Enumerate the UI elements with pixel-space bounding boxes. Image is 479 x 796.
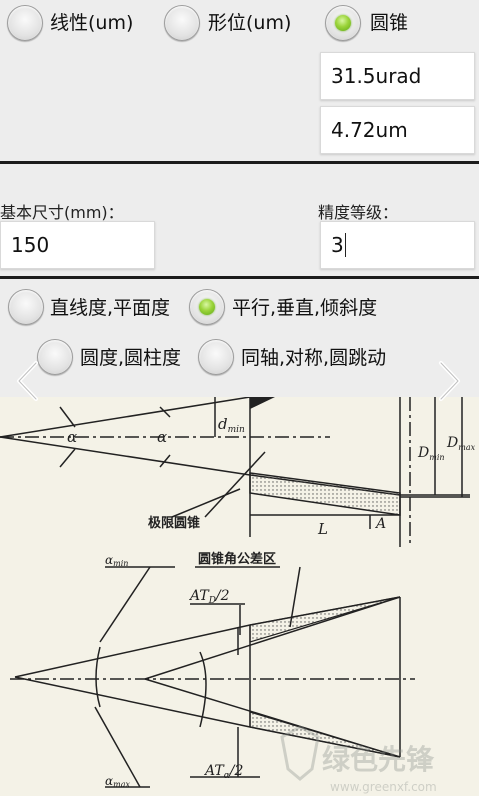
text-caret bbox=[344, 233, 346, 257]
length-result-value: 4.72um bbox=[331, 118, 408, 142]
D-max-label: Dmax bbox=[446, 435, 476, 452]
angle-result-value: 31.5urad bbox=[331, 64, 422, 88]
upper-tolerance-zone bbox=[249, 472, 401, 516]
radio-roundness-cylindricity-label: 圆度,圆柱度 bbox=[80, 347, 182, 369]
divider-bottom bbox=[0, 276, 479, 279]
cone-diagram-svg: α α dmin Dmin Dmax L A αmin ATD/2 αmax A… bbox=[0, 397, 476, 794]
grade-value: 3 bbox=[331, 233, 344, 257]
D-min-label: Dmin bbox=[417, 445, 445, 462]
radio-coaxial-symmetric-runout-label: 同轴,对称,圆跳动 bbox=[241, 347, 387, 369]
radio-form-position-label: 形位(um) bbox=[208, 12, 292, 34]
alpha-max-label: αmax bbox=[105, 774, 130, 789]
d-min-label: dmin bbox=[218, 415, 245, 435]
limit-cone-label: 极限圆锥 bbox=[148, 515, 200, 531]
length-result-field[interactable]: 4.72um bbox=[320, 106, 475, 154]
radio-linear-label: 线性(um) bbox=[50, 12, 134, 34]
A-label: A bbox=[374, 516, 386, 532]
watermark-url: www.greenxf.com bbox=[330, 780, 437, 794]
radio-linear[interactable] bbox=[7, 5, 43, 41]
radio-roundness-cylindricity[interactable] bbox=[37, 339, 73, 375]
radio-coaxial-symmetric-runout[interactable] bbox=[198, 339, 234, 375]
ATa-label: ATα/2 bbox=[203, 763, 243, 781]
basic-size-label: 基本尺寸(mm)： bbox=[0, 203, 124, 222]
radio-parallel-perpendicular[interactable] bbox=[189, 289, 225, 325]
lower-upper-zone bbox=[249, 596, 401, 643]
basic-size-value: 150 bbox=[11, 233, 50, 257]
grade-input[interactable]: 3 bbox=[320, 221, 475, 269]
angle-result-field[interactable]: 31.5urad bbox=[320, 52, 475, 100]
L-label: L bbox=[317, 520, 328, 538]
cone-tolerance-diagram: α α dmin Dmin Dmax L A αmin ATD/2 αmax A… bbox=[0, 397, 479, 796]
radio-straightness-flatness-label: 直线度,平面度 bbox=[50, 297, 171, 319]
alpha-right-label: α bbox=[157, 428, 167, 446]
watermark-brand: 绿色先锋 bbox=[322, 743, 435, 776]
radio-cone[interactable] bbox=[325, 5, 361, 41]
alpha-left-label: α bbox=[67, 428, 77, 446]
basic-size-input[interactable]: 150 bbox=[0, 221, 155, 269]
cone-angle-zone-label: 圆锥角公差区 bbox=[198, 551, 276, 567]
chevron-right-icon[interactable] bbox=[437, 360, 463, 402]
upper-hatch bbox=[250, 397, 275, 409]
radio-straightness-flatness[interactable] bbox=[8, 289, 44, 325]
chevron-left-icon[interactable] bbox=[14, 360, 40, 402]
radio-selected-dot bbox=[335, 15, 351, 31]
ATD-label: ATD/2 bbox=[188, 588, 230, 606]
grade-label: 精度等级： bbox=[318, 203, 399, 222]
radio-selected-dot bbox=[199, 299, 215, 315]
radio-form-position[interactable] bbox=[164, 5, 200, 41]
radio-parallel-perpendicular-label: 平行,垂直,倾斜度 bbox=[232, 297, 378, 319]
divider-top bbox=[0, 161, 479, 164]
alpha-min-label: αmin bbox=[105, 553, 128, 568]
radio-cone-label: 圆锥 bbox=[370, 12, 409, 34]
